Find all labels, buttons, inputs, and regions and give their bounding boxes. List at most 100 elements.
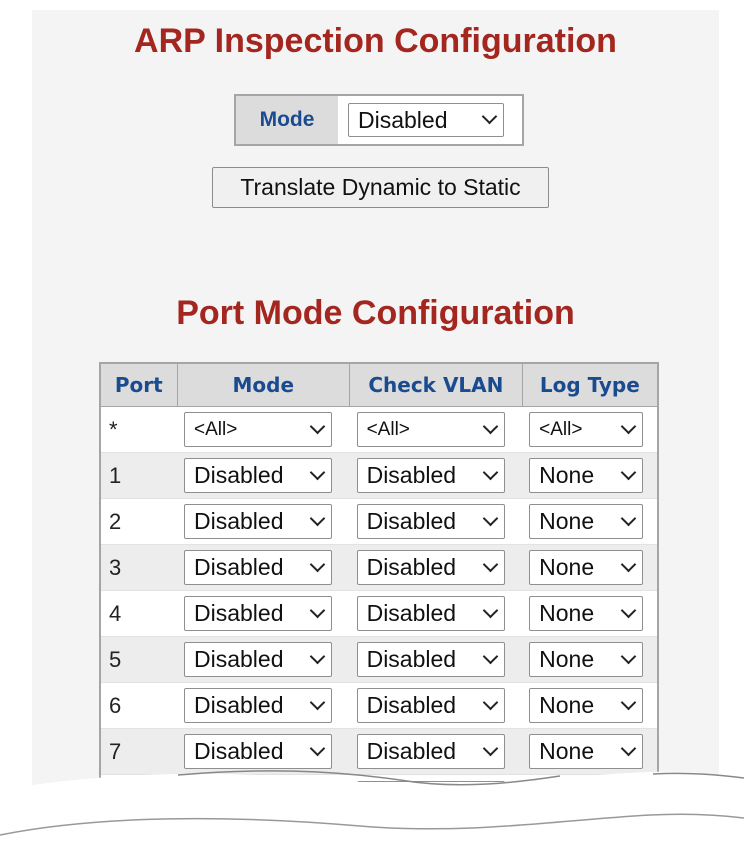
port-cell: 6 (100, 682, 177, 729)
check-vlan-select-value: Disabled (366, 692, 457, 718)
port-cell: 1 (100, 452, 177, 499)
check-vlan-select-value: Disabled (366, 646, 457, 672)
chevron-down-icon (309, 464, 326, 480)
mode-select[interactable]: Disabled (184, 596, 332, 631)
chevron-down-icon (309, 602, 326, 618)
mode-cell: Disabled (177, 544, 350, 591)
port-cell: 3 (100, 544, 177, 591)
mode-select-value: Disabled (194, 692, 284, 718)
chevron-down-icon (309, 694, 326, 710)
log-type-select-value: <All> (539, 418, 583, 440)
check-vlan-cell: Disabled (349, 452, 523, 499)
mode-select[interactable]: Disabled (184, 504, 332, 539)
port-cell: 2 (100, 498, 177, 545)
check-vlan-cell: Disabled (349, 682, 523, 729)
table-row: * <All> <All> <All> (100, 406, 658, 453)
check-vlan-select[interactable]: Disabled (356, 458, 505, 493)
mode-cell: Disabled (177, 498, 350, 545)
chevron-down-icon (620, 694, 637, 710)
mode-select-value: <All> (194, 418, 238, 440)
log-type-cell: None (522, 544, 658, 591)
mode-select[interactable]: Disabled (184, 642, 332, 677)
check-vlan-select-value: Disabled (366, 462, 457, 488)
port-mode-table: Port Mode Check VLAN Log Type * <All> <All… (99, 362, 659, 822)
check-vlan-select[interactable]: Disabled (356, 550, 505, 585)
log-type-select[interactable]: None (529, 458, 644, 493)
table-row: 3 Disabled Disabled None (100, 544, 658, 591)
arp-mode-box: Mode Disabled (234, 94, 524, 146)
chevron-down-icon (620, 556, 637, 572)
chevron-down-icon (309, 787, 326, 804)
table-row: 1 Disabled Disabled None (100, 452, 658, 499)
port-cell: 7 (100, 728, 177, 775)
translate-dynamic-to-static-button[interactable]: Translate Dynamic to Static (212, 167, 549, 208)
check-vlan-select-value: Disabled (366, 554, 457, 580)
mode-select[interactable]: Disabled (184, 550, 332, 585)
log-type-select-value: None (539, 600, 595, 626)
check-vlan-cell: <All> (349, 406, 523, 453)
mode-select-value: Disabled (194, 508, 284, 534)
check-vlan-select[interactable] (356, 781, 505, 817)
mode-select-value: Disabled (194, 646, 284, 672)
check-vlan-cell: Disabled (349, 636, 523, 683)
mode-cell: Disabled (177, 590, 350, 637)
check-vlan-select-value: <All> (366, 418, 410, 440)
log-type-select-value: None (539, 508, 595, 534)
chevron-down-icon (309, 740, 326, 756)
log-type-cell: None (522, 636, 658, 683)
port-cell: 4 (100, 590, 177, 637)
check-vlan-select[interactable]: Disabled (356, 642, 505, 677)
mode-select[interactable]: Disabled (184, 734, 332, 769)
check-vlan-select[interactable]: Disabled (356, 688, 505, 723)
mode-select-value: Disabled (194, 738, 284, 764)
chevron-down-icon (482, 464, 498, 480)
check-vlan-select-value: Disabled (366, 738, 457, 764)
log-type-select-value: None (539, 646, 595, 672)
log-type-select-value: None (539, 554, 595, 580)
mode-select[interactable]: Disabled (184, 458, 332, 493)
log-type-select-value: None (539, 784, 595, 810)
mode-select-value: Disabled (194, 600, 284, 626)
check-vlan-select[interactable]: <All> (356, 412, 505, 447)
check-vlan-cell: Disabled (349, 590, 523, 637)
log-type-cell: None (522, 774, 658, 821)
check-vlan-select[interactable]: Disabled (356, 734, 505, 769)
log-type-select[interactable]: <All> (529, 412, 644, 447)
arp-mode-select[interactable]: Disabled (348, 103, 504, 137)
check-vlan-cell: Disabled (349, 728, 523, 775)
port-cell: 5 (100, 636, 177, 683)
chevron-down-icon (309, 418, 326, 434)
check-vlan-cell (349, 774, 523, 821)
check-vlan-select[interactable]: Disabled (356, 504, 505, 539)
mode-select[interactable] (184, 781, 332, 817)
check-vlan-select[interactable]: Disabled (356, 596, 505, 631)
chevron-down-icon (620, 510, 637, 526)
check-vlan-select-value: Disabled (366, 508, 457, 534)
log-type-cell: None (522, 590, 658, 637)
port-cell: * (100, 406, 177, 453)
log-type-select[interactable]: None (529, 504, 644, 539)
mode-select[interactable]: Disabled (184, 688, 332, 723)
log-type-select[interactable]: None (529, 642, 644, 677)
chevron-down-icon (620, 648, 637, 664)
arp-mode-value: Disabled (358, 106, 448, 133)
chevron-down-icon (482, 787, 498, 804)
log-type-cell: None (522, 452, 658, 499)
chevron-down-icon (309, 510, 326, 526)
log-type-select[interactable]: None (529, 688, 644, 723)
log-type-select[interactable]: None (529, 780, 644, 815)
chevron-down-icon (620, 418, 637, 434)
log-type-select[interactable]: None (529, 596, 644, 631)
chevron-down-icon (482, 694, 498, 710)
mode-cell: Disabled (177, 636, 350, 683)
chevron-down-icon (482, 510, 498, 526)
log-type-select[interactable]: None (529, 734, 644, 769)
mode-select[interactable]: <All> (184, 412, 332, 447)
mode-cell: <All> (177, 406, 350, 453)
mode-cell (177, 774, 350, 821)
chevron-down-icon (620, 786, 637, 802)
table-row: 7 Disabled Disabled None (100, 728, 658, 775)
log-type-cell: None (522, 728, 658, 775)
column-header-mode: Mode (176, 362, 351, 407)
log-type-select[interactable]: None (529, 550, 644, 585)
